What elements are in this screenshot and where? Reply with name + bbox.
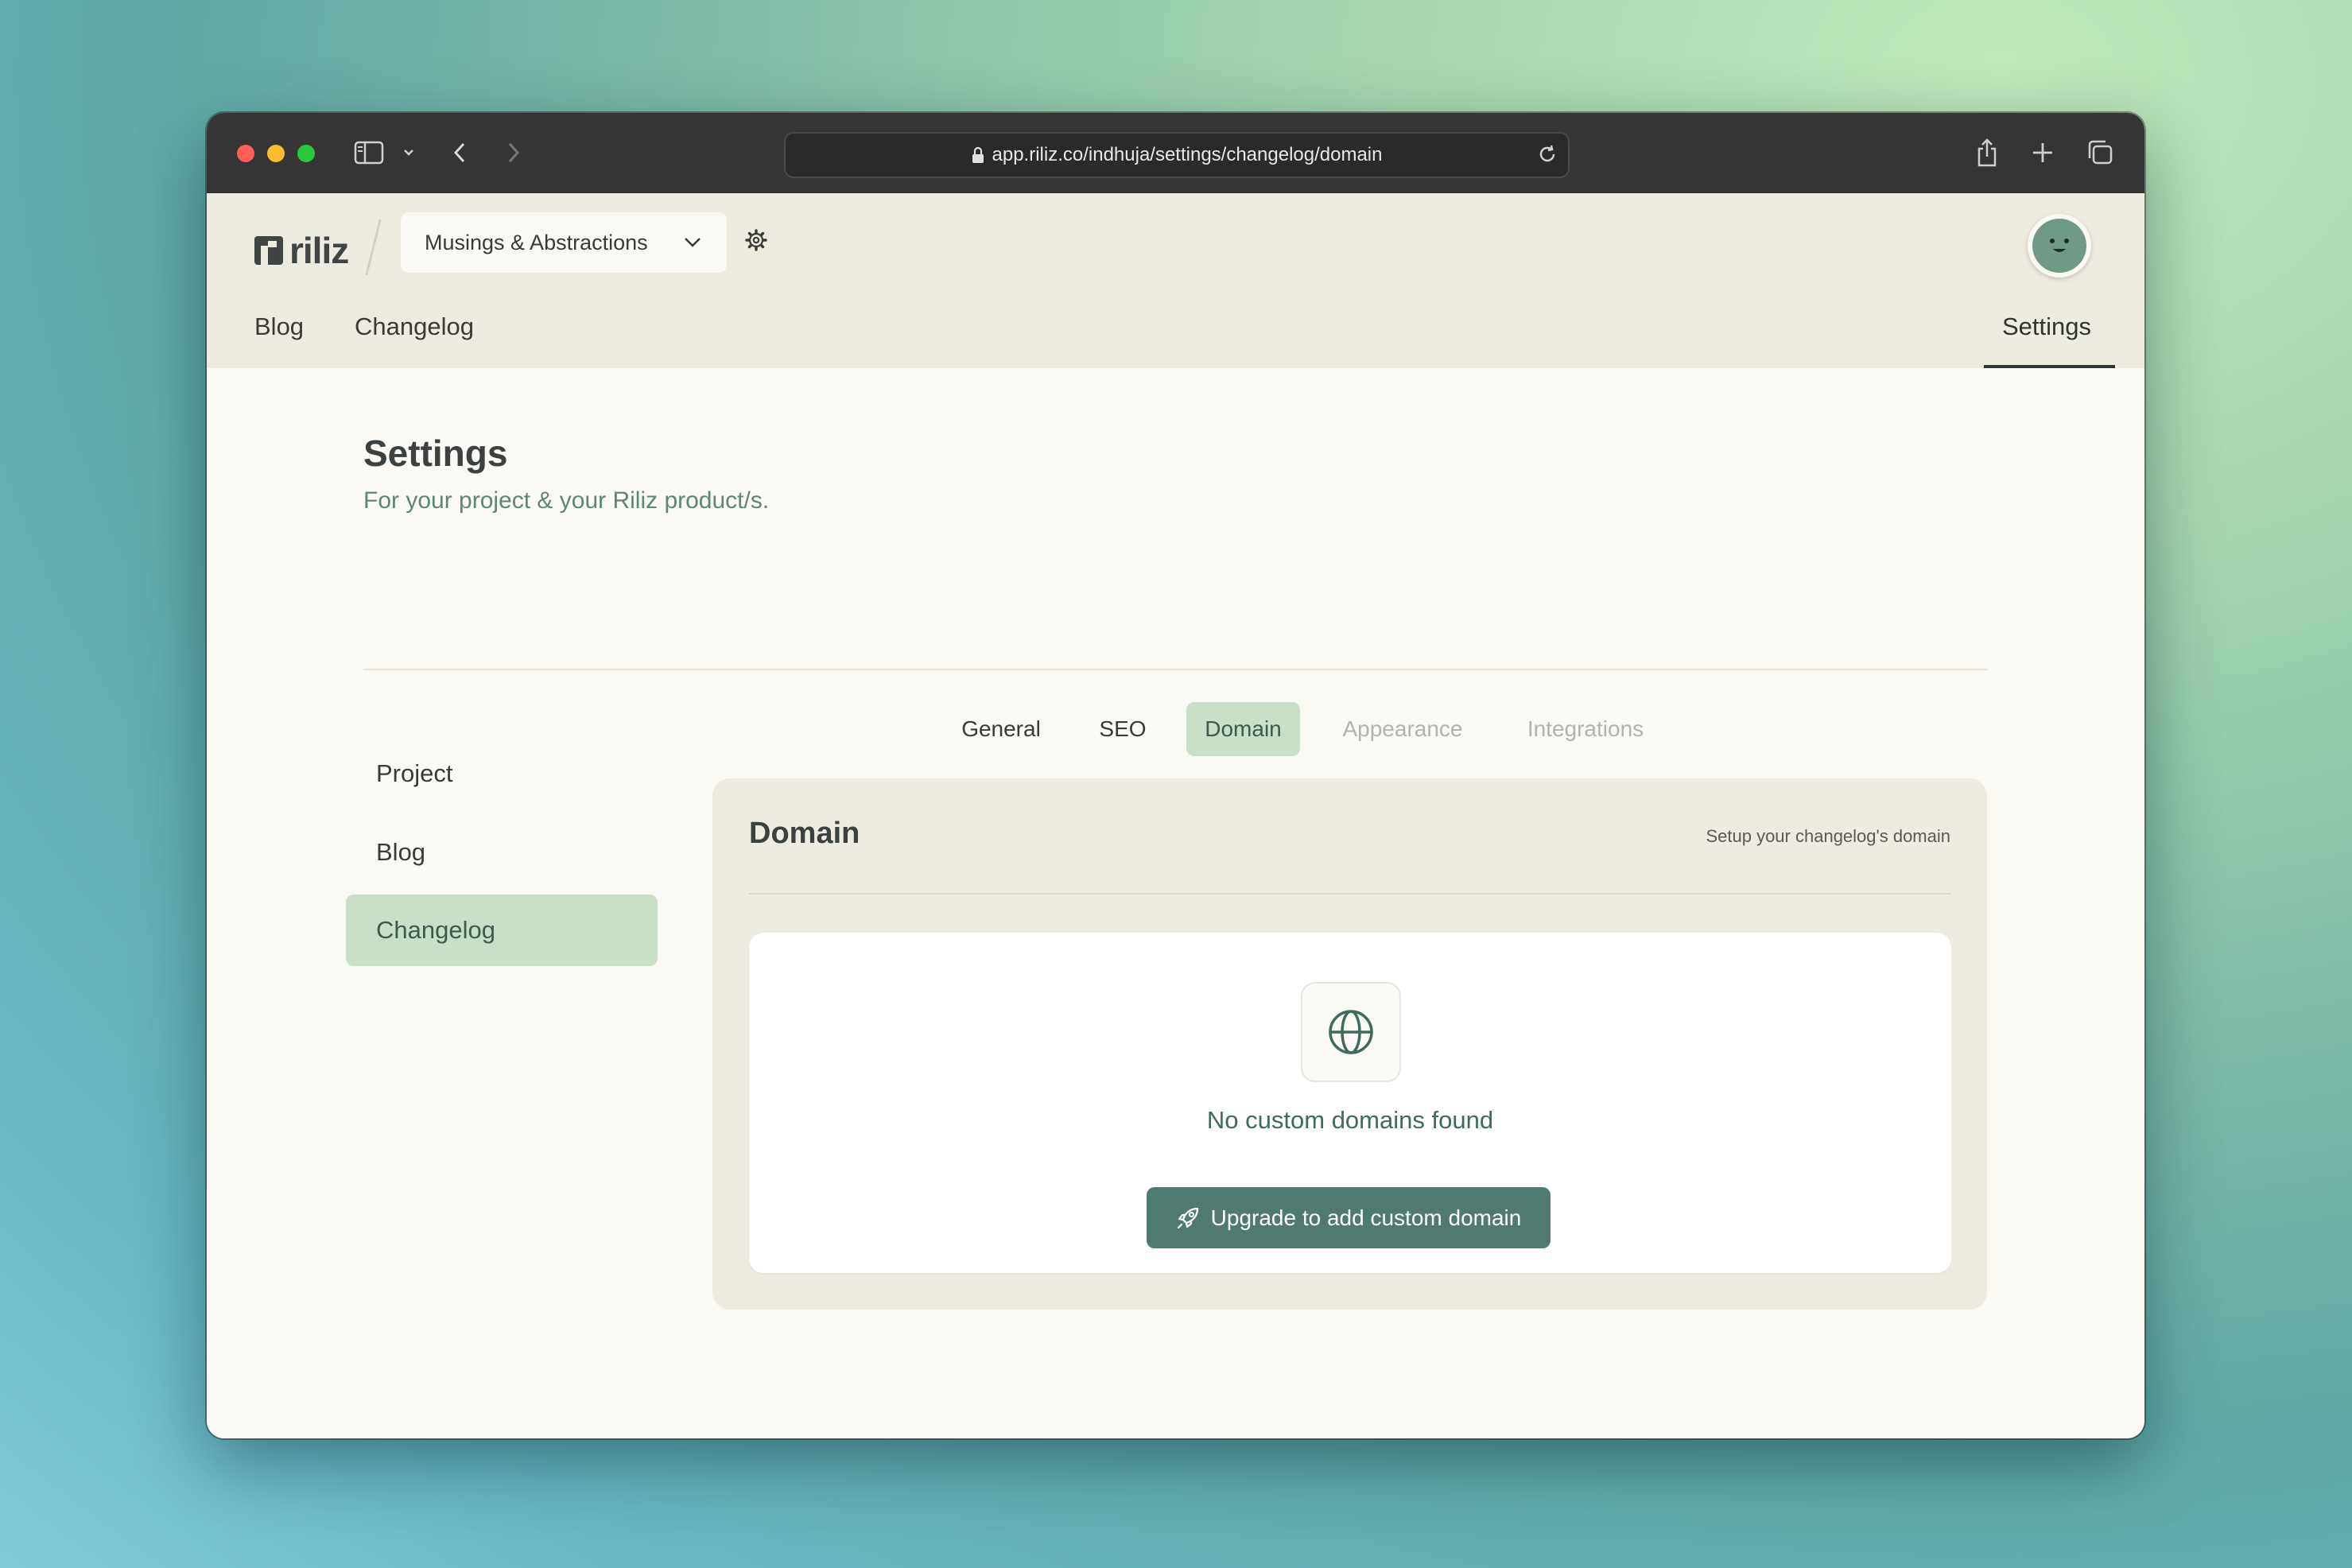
new-tab-icon[interactable]	[2029, 137, 2056, 169]
tab-label: General	[961, 716, 1041, 741]
project-name: Musings & Abstractions	[425, 230, 648, 254]
nav-settings[interactable]: Settings	[2002, 312, 2091, 341]
sidebar-item-label: Project	[376, 759, 453, 787]
sidebar-item-label: Blog	[376, 838, 426, 866]
panel-title: Domain	[749, 817, 860, 850]
tab-label: Appearance	[1342, 716, 1463, 741]
chevron-down-icon	[682, 233, 703, 258]
upgrade-button-label: Upgrade to add custom domain	[1210, 1205, 1522, 1230]
panel-divider	[749, 893, 1951, 895]
rocket-icon	[1176, 1206, 1200, 1230]
empty-state-card: No custom domains found Upgrade to add c…	[749, 933, 1951, 1273]
tab-appearance[interactable]: Appearance	[1325, 702, 1481, 756]
sidebar-item-changelog[interactable]: Changelog	[346, 895, 658, 966]
empty-state-message: No custom domains found	[1206, 1106, 1494, 1134]
gear-icon[interactable]	[744, 228, 768, 256]
page-divider	[363, 669, 1988, 670]
back-icon[interactable]	[450, 137, 469, 169]
globe-icon	[1329, 1010, 1373, 1054]
browser-toolbar: app.riliz.co/indhuja/settings/changelog/…	[207, 113, 2144, 194]
sidebar-item-project[interactable]: Project	[346, 738, 658, 809]
tab-seo[interactable]: SEO	[1081, 702, 1164, 756]
logo-text: riliz	[289, 230, 349, 271]
tab-general[interactable]: General	[946, 702, 1056, 756]
sidebar-item-blog[interactable]: Blog	[346, 817, 658, 888]
page-title: Settings	[363, 433, 508, 474]
avatar[interactable]	[2028, 214, 2091, 278]
app-header: riliz Musings & Abstractions Blog Change…	[207, 193, 2144, 368]
close-window-button[interactable]	[237, 145, 254, 162]
tab-domain[interactable]: Domain	[1186, 702, 1300, 756]
address-bar[interactable]: app.riliz.co/indhuja/settings/changelog/…	[784, 132, 1570, 178]
avatar-face-icon	[2032, 219, 2086, 273]
sidebar-item-label: Changelog	[376, 916, 495, 944]
upgrade-custom-domain-button[interactable]: Upgrade to add custom domain	[1147, 1187, 1551, 1248]
settings-page: Settings For your project & your Riliz p…	[207, 368, 2144, 1438]
tab-label: Domain	[1205, 716, 1282, 741]
zoom-window-button[interactable]	[297, 145, 315, 162]
share-icon[interactable]	[1974, 137, 2001, 169]
project-selector[interactable]: Musings & Abstractions	[401, 212, 727, 273]
tab-label: Integrations	[1527, 716, 1644, 741]
domain-panel: Domain Setup your changelog's domain No …	[712, 778, 1987, 1310]
url-text: app.riliz.co/indhuja/settings/changelog/…	[992, 144, 1383, 165]
globe-icon-box	[1301, 982, 1401, 1082]
page-subtitle: For your project & your Riliz product/s.	[363, 487, 770, 514]
lock-icon	[972, 146, 984, 164]
riliz-logo[interactable]: riliz	[254, 228, 349, 273]
reload-icon[interactable]	[1536, 143, 1558, 171]
nav-blog[interactable]: Blog	[254, 312, 304, 341]
tab-label: SEO	[1099, 716, 1147, 741]
sidebar-toggle-icon[interactable]	[353, 137, 385, 169]
nav-changelog[interactable]: Changelog	[355, 312, 474, 341]
riliz-logo-icon	[254, 236, 283, 265]
forward-icon[interactable]	[504, 137, 523, 169]
tab-overview-icon[interactable]	[2085, 137, 2115, 169]
tab-group-chevron-icon[interactable]	[401, 137, 417, 169]
tab-integrations[interactable]: Integrations	[1514, 702, 1657, 756]
panel-hint: Setup your changelog's domain	[1706, 826, 1950, 846]
header-separator	[365, 219, 382, 276]
minimize-window-button[interactable]	[267, 145, 285, 162]
browser-window: app.riliz.co/indhuja/settings/changelog/…	[207, 113, 2144, 1438]
